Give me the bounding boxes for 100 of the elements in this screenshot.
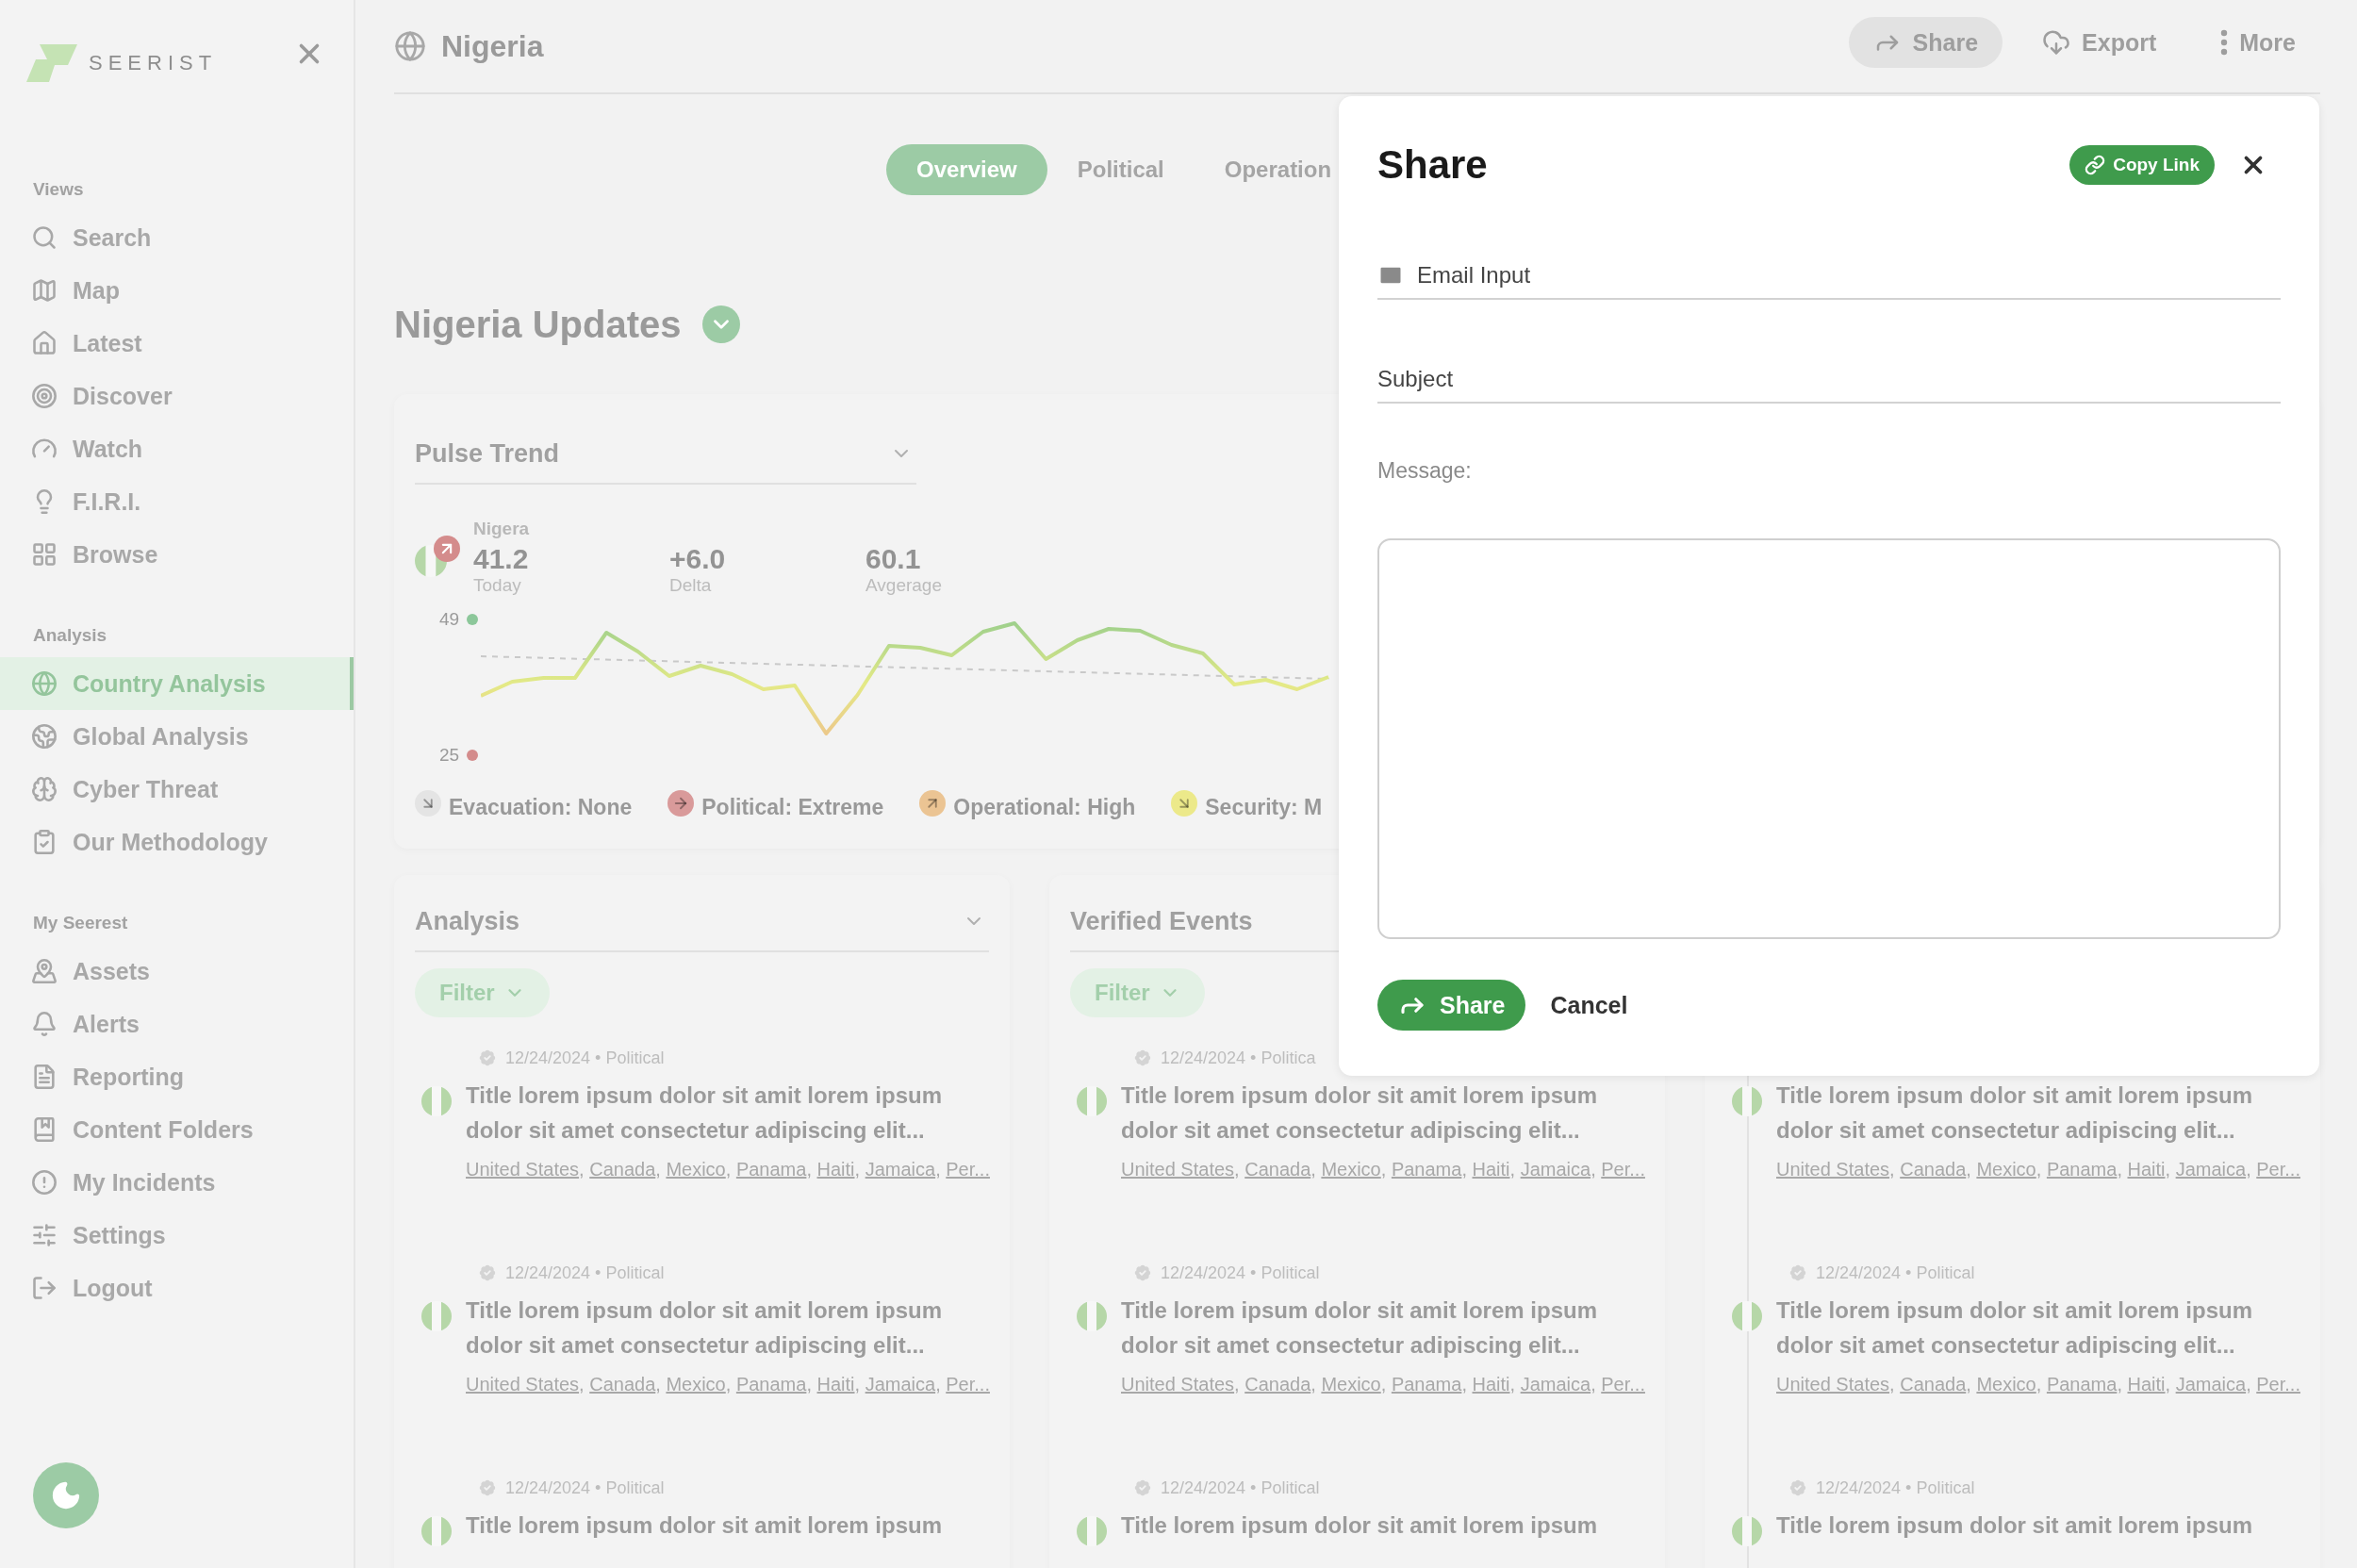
item-title[interactable]: Title lorem ipsum dolor sit amit lorem ipsum dolor sit amet consectetur adipiscing elit... (466, 1078, 975, 1147)
country-link[interactable]: United States (466, 1159, 580, 1180)
legend-label: Political: Extreme (701, 794, 884, 820)
country-link[interactable]: Canada (1244, 1159, 1311, 1180)
verified-icon (1788, 1477, 1808, 1498)
more-icon (2220, 29, 2229, 56)
country-link[interactable]: Canada (589, 1159, 656, 1180)
item-title[interactable]: Title lorem ipsum dolor sit amit lorem ipsum (466, 1508, 975, 1543)
item-title[interactable]: Title lorem ipsum dolor sit amit lorem ipsum dolor sit amet consectetur adipiscing elit... (1776, 1078, 2285, 1147)
country-link[interactable]: Canada (1900, 1374, 1967, 1395)
nav-item[interactable]: Alerts (0, 998, 354, 1050)
nav-item[interactable]: Browse (0, 528, 354, 581)
country-link[interactable]: Mexico (666, 1374, 726, 1395)
country-link[interactable]: Haiti (816, 1374, 855, 1395)
country-link[interactable]: Mexico (1321, 1159, 1381, 1180)
email-field[interactable]: Email Input (1417, 256, 2281, 295)
legend-label: Security: M (1205, 794, 1323, 820)
nav-item[interactable]: Country Analysis (0, 657, 354, 710)
country-link[interactable]: Panama (2046, 1374, 2118, 1395)
country-link[interactable]: Mexico (666, 1159, 726, 1180)
brand-name: SEERIST (89, 51, 218, 75)
nav-item[interactable]: F.I.R.I. (0, 475, 354, 528)
card-title: Analysis (415, 906, 520, 936)
country-link[interactable]: Per... (1601, 1159, 1645, 1180)
filter-button[interactable]: Filter (415, 968, 550, 1017)
country-link[interactable]: Panama (1391, 1159, 1462, 1180)
country-link[interactable]: United States (1121, 1374, 1235, 1395)
country-link[interactable]: Jamaica (865, 1159, 936, 1180)
subject-field[interactable]: Subject (1377, 360, 2281, 399)
country-link[interactable]: Jamaica (2175, 1159, 2247, 1180)
flag-icon (1077, 1301, 1107, 1331)
card-title: Pulse Trend (415, 438, 560, 469)
share-button[interactable]: Share (1377, 980, 1526, 1031)
country-link[interactable]: Haiti (1472, 1374, 1510, 1395)
expand-button[interactable] (701, 305, 740, 343)
country-link[interactable]: Panama (735, 1374, 807, 1395)
page-title: Nigeria (441, 28, 544, 64)
country-link[interactable]: Panama (735, 1159, 807, 1180)
nav-item[interactable]: Assets (0, 945, 354, 998)
header-action-button[interactable]: More (2196, 17, 2320, 68)
globe-icon (31, 670, 58, 697)
country-link[interactable]: Haiti (2127, 1374, 2166, 1395)
item-title[interactable]: Title lorem ipsum dolor sit amit lorem ipsum (1121, 1508, 1630, 1543)
message-field[interactable] (1377, 538, 2281, 939)
nav-item[interactable]: Search (0, 211, 354, 264)
cancel-button[interactable]: Cancel (1542, 980, 1636, 1031)
country-link[interactable]: Canada (1244, 1374, 1311, 1395)
nav-item[interactable]: Discover (0, 370, 354, 422)
nav-item[interactable]: Latest (0, 317, 354, 370)
country-link[interactable]: Per... (2256, 1159, 2300, 1180)
filter-button[interactable]: Filter (1070, 968, 1205, 1017)
country-link[interactable]: Per... (2256, 1374, 2300, 1395)
nav-item[interactable]: Logout (0, 1262, 354, 1314)
country-link[interactable]: Mexico (1976, 1374, 2036, 1395)
item-title[interactable]: Title lorem ipsum dolor sit amit lorem ipsum (1776, 1508, 2285, 1543)
country-link[interactable]: Jamaica (865, 1374, 936, 1395)
tab[interactable]: Overview (886, 144, 1047, 195)
header-action-button[interactable]: Export (2018, 17, 2182, 68)
map-pin-icon (31, 958, 58, 984)
item-title[interactable]: Title lorem ipsum dolor sit amit lorem ipsum dolor sit amet consectetur adipiscing elit... (1776, 1293, 2285, 1362)
nav-item[interactable]: Settings (0, 1209, 354, 1262)
nav-item[interactable]: Watch (0, 422, 354, 475)
nav-item[interactable]: Our Methodology (0, 816, 354, 868)
logout-icon (31, 1275, 58, 1301)
item-title[interactable]: Title lorem ipsum dolor sit amit lorem ipsum dolor sit amet consectetur adipiscing elit... (1121, 1293, 1630, 1362)
country-link[interactable]: Canada (589, 1374, 656, 1395)
country-link[interactable]: Panama (2046, 1159, 2118, 1180)
country-list: United States, Canada, Mexico, Panama, Haiti, Jamaica, Per... (1776, 1370, 2299, 1398)
nav-item[interactable]: My Incidents (0, 1156, 354, 1209)
country-link[interactable]: Mexico (1321, 1374, 1381, 1395)
country-link[interactable]: Per... (946, 1374, 990, 1395)
country-link[interactable]: Jamaica (1520, 1159, 1591, 1180)
header-action-button[interactable]: Share (1848, 17, 2003, 68)
country-link[interactable]: United States (1776, 1374, 1890, 1395)
country-link[interactable]: Jamaica (2175, 1374, 2247, 1395)
country-link[interactable]: Haiti (816, 1159, 855, 1180)
country-link[interactable]: United States (466, 1374, 580, 1395)
tab[interactable]: Political (1047, 144, 1195, 195)
country-link[interactable]: Jamaica (1520, 1374, 1591, 1395)
verified-icon (1132, 1263, 1153, 1283)
country-link[interactable]: Per... (946, 1159, 990, 1180)
item-title[interactable]: Title lorem ipsum dolor sit amit lorem ipsum dolor sit amet consectetur adipiscing elit... (1121, 1078, 1630, 1147)
country-list: United States, Canada, Mexico, Panama, Haiti, Jamaica, Per... (1776, 1155, 2299, 1183)
country-link[interactable]: Mexico (1976, 1159, 2036, 1180)
nav-item[interactable]: Global Analysis (0, 710, 354, 763)
nav-item[interactable]: Map (0, 264, 354, 317)
tab[interactable]: Operation (1194, 144, 1362, 195)
country-link[interactable]: Haiti (2127, 1159, 2166, 1180)
copy-link-button[interactable]: Copy Link (2069, 145, 2215, 186)
nav-item[interactable]: Cyber Threat (0, 763, 354, 816)
country-link[interactable]: Canada (1900, 1159, 1967, 1180)
country-link[interactable]: Haiti (1472, 1159, 1510, 1180)
nav-item[interactable]: Content Folders (0, 1103, 354, 1156)
item-title[interactable]: Title lorem ipsum dolor sit amit lorem ipsum dolor sit amet consectetur adipiscing elit... (466, 1293, 975, 1362)
section-heading: Nigeria Updates (394, 303, 682, 346)
country-link[interactable]: United States (1121, 1159, 1235, 1180)
country-link[interactable]: Panama (1391, 1374, 1462, 1395)
country-link[interactable]: United States (1776, 1159, 1890, 1180)
nav-item[interactable]: Reporting (0, 1050, 354, 1103)
country-link[interactable]: Per... (1601, 1374, 1645, 1395)
